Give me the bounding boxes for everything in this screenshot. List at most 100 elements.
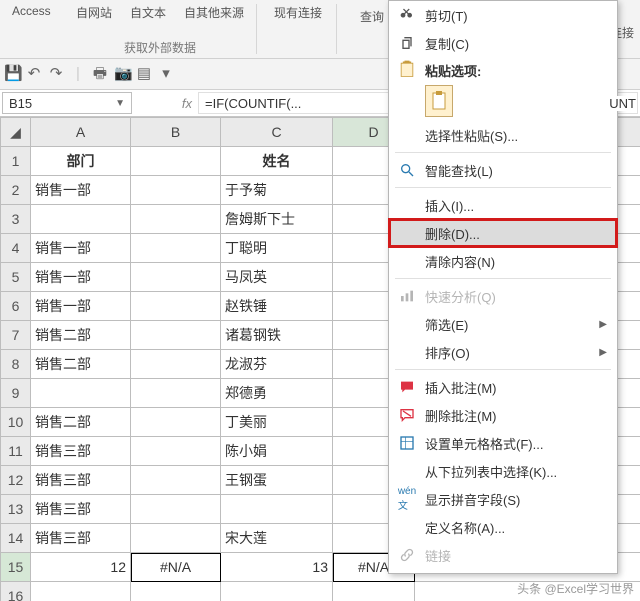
- menu-insert-comment[interactable]: 插入批注(M): [389, 373, 617, 401]
- cell[interactable]: 销售一部: [31, 234, 131, 263]
- cell[interactable]: 销售三部: [31, 466, 131, 495]
- cell[interactable]: [131, 321, 221, 350]
- menu-show-pinyin[interactable]: wén文 显示拼音字段(S): [389, 485, 617, 513]
- menu-copy[interactable]: 复制(C): [389, 29, 617, 57]
- paste-option-button[interactable]: [425, 85, 453, 117]
- undo-icon[interactable]: ↶: [26, 66, 42, 82]
- cell[interactable]: [131, 205, 221, 234]
- ribbon-access[interactable]: Access: [6, 2, 57, 20]
- menu-paste-special[interactable]: 选择性粘贴(S)...: [389, 121, 617, 149]
- col-header-A[interactable]: A: [31, 118, 131, 147]
- menu-sort[interactable]: 排序(O) ▶: [389, 338, 617, 366]
- cell[interactable]: [131, 350, 221, 379]
- select-all-corner[interactable]: ◢: [1, 118, 31, 147]
- cell[interactable]: 丁美丽: [221, 408, 333, 437]
- menu-clear[interactable]: 清除内容(N): [389, 247, 617, 275]
- cell[interactable]: [131, 437, 221, 466]
- cell[interactable]: [221, 495, 333, 524]
- cell[interactable]: 销售二部: [31, 350, 131, 379]
- print-icon[interactable]: 🖶: [92, 66, 108, 82]
- cell[interactable]: [31, 205, 131, 234]
- menu-cut[interactable]: 剪切(T): [389, 1, 617, 29]
- cell[interactable]: 销售一部: [31, 263, 131, 292]
- menu-insert[interactable]: 插入(I)...: [389, 191, 617, 219]
- row-header[interactable]: 8: [1, 350, 31, 379]
- row-header[interactable]: 2: [1, 176, 31, 205]
- doc-icon[interactable]: ▤: [136, 66, 152, 82]
- row-header[interactable]: 10: [1, 408, 31, 437]
- cell[interactable]: [131, 234, 221, 263]
- cell[interactable]: [131, 408, 221, 437]
- row-header[interactable]: 3: [1, 205, 31, 234]
- row-header[interactable]: 5: [1, 263, 31, 292]
- cell[interactable]: 13: [221, 553, 333, 582]
- cell[interactable]: 销售三部: [31, 495, 131, 524]
- row-header[interactable]: 14: [1, 524, 31, 553]
- cell[interactable]: 马凤英: [221, 263, 333, 292]
- cell[interactable]: [31, 582, 131, 601]
- ribbon-from-web[interactable]: 自网站: [70, 2, 118, 23]
- ribbon-from-text[interactable]: 自文本: [124, 2, 172, 23]
- chevron-down-icon[interactable]: ▾: [158, 66, 174, 82]
- cell[interactable]: 销售二部: [31, 408, 131, 437]
- cell[interactable]: [131, 524, 221, 553]
- cell[interactable]: 姓名: [221, 147, 333, 176]
- cell[interactable]: 丁聪明: [221, 234, 333, 263]
- cell[interactable]: 龙淑芬: [221, 350, 333, 379]
- row-header[interactable]: 15: [1, 553, 31, 582]
- fx-label[interactable]: fx: [132, 90, 198, 116]
- cell[interactable]: 销售三部: [31, 524, 131, 553]
- name-box[interactable]: B15 ▼: [2, 92, 132, 114]
- cell[interactable]: [131, 582, 221, 601]
- col-header-B[interactable]: B: [131, 118, 221, 147]
- menu-dropdown-pick[interactable]: 从下拉列表中选择(K)...: [389, 457, 617, 485]
- row-header[interactable]: 11: [1, 437, 31, 466]
- ribbon-from-other[interactable]: 自其他来源: [178, 2, 250, 23]
- menu-format-cells[interactable]: 设置单元格格式(F)...: [389, 429, 617, 457]
- cell[interactable]: 于予菊: [221, 176, 333, 205]
- cell[interactable]: 销售一部: [31, 292, 131, 321]
- menu-define-name[interactable]: 定义名称(A)...: [389, 513, 617, 541]
- row-header[interactable]: 6: [1, 292, 31, 321]
- menu-delete-comment[interactable]: 删除批注(M): [389, 401, 617, 429]
- col-header-C[interactable]: C: [221, 118, 333, 147]
- chevron-down-icon[interactable]: ▼: [115, 98, 125, 109]
- cell[interactable]: [131, 176, 221, 205]
- cell[interactable]: [333, 582, 415, 601]
- cell[interactable]: 王钢蛋: [221, 466, 333, 495]
- cell[interactable]: 部门: [31, 147, 131, 176]
- row-header[interactable]: 13: [1, 495, 31, 524]
- cell[interactable]: [221, 582, 333, 601]
- cell[interactable]: [31, 379, 131, 408]
- redo-icon[interactable]: ↷: [48, 66, 64, 82]
- cell[interactable]: 郑德勇: [221, 379, 333, 408]
- cell[interactable]: [131, 147, 221, 176]
- cell[interactable]: [131, 466, 221, 495]
- cell[interactable]: 詹姆斯下士: [221, 205, 333, 234]
- row-header[interactable]: 16: [1, 582, 31, 601]
- camera-icon[interactable]: 📷: [114, 66, 130, 82]
- row-header[interactable]: 7: [1, 321, 31, 350]
- cell[interactable]: 12: [31, 553, 131, 582]
- menu-filter[interactable]: 筛选(E) ▶: [389, 310, 617, 338]
- cell[interactable]: 销售三部: [31, 437, 131, 466]
- menu-delete[interactable]: 删除(D)...: [389, 219, 617, 247]
- cell[interactable]: 销售一部: [31, 176, 131, 205]
- row-header[interactable]: 1: [1, 147, 31, 176]
- ribbon-query[interactable]: 查询: [354, 6, 390, 27]
- cell[interactable]: [131, 495, 221, 524]
- cell[interactable]: [131, 379, 221, 408]
- cell[interactable]: 赵铁锤: [221, 292, 333, 321]
- cell[interactable]: 销售二部: [31, 321, 131, 350]
- row-header[interactable]: 12: [1, 466, 31, 495]
- ribbon-existing-conn[interactable]: 现有连接: [268, 2, 328, 23]
- cell[interactable]: [131, 263, 221, 292]
- save-icon[interactable]: 💾: [4, 66, 20, 82]
- row-header[interactable]: 9: [1, 379, 31, 408]
- row-header[interactable]: 4: [1, 234, 31, 263]
- cell[interactable]: [131, 292, 221, 321]
- cell[interactable]: 宋大莲: [221, 524, 333, 553]
- menu-smart-lookup[interactable]: 智能查找(L): [389, 156, 617, 184]
- cell[interactable]: 陈小娟: [221, 437, 333, 466]
- cell[interactable]: 诸葛钢铁: [221, 321, 333, 350]
